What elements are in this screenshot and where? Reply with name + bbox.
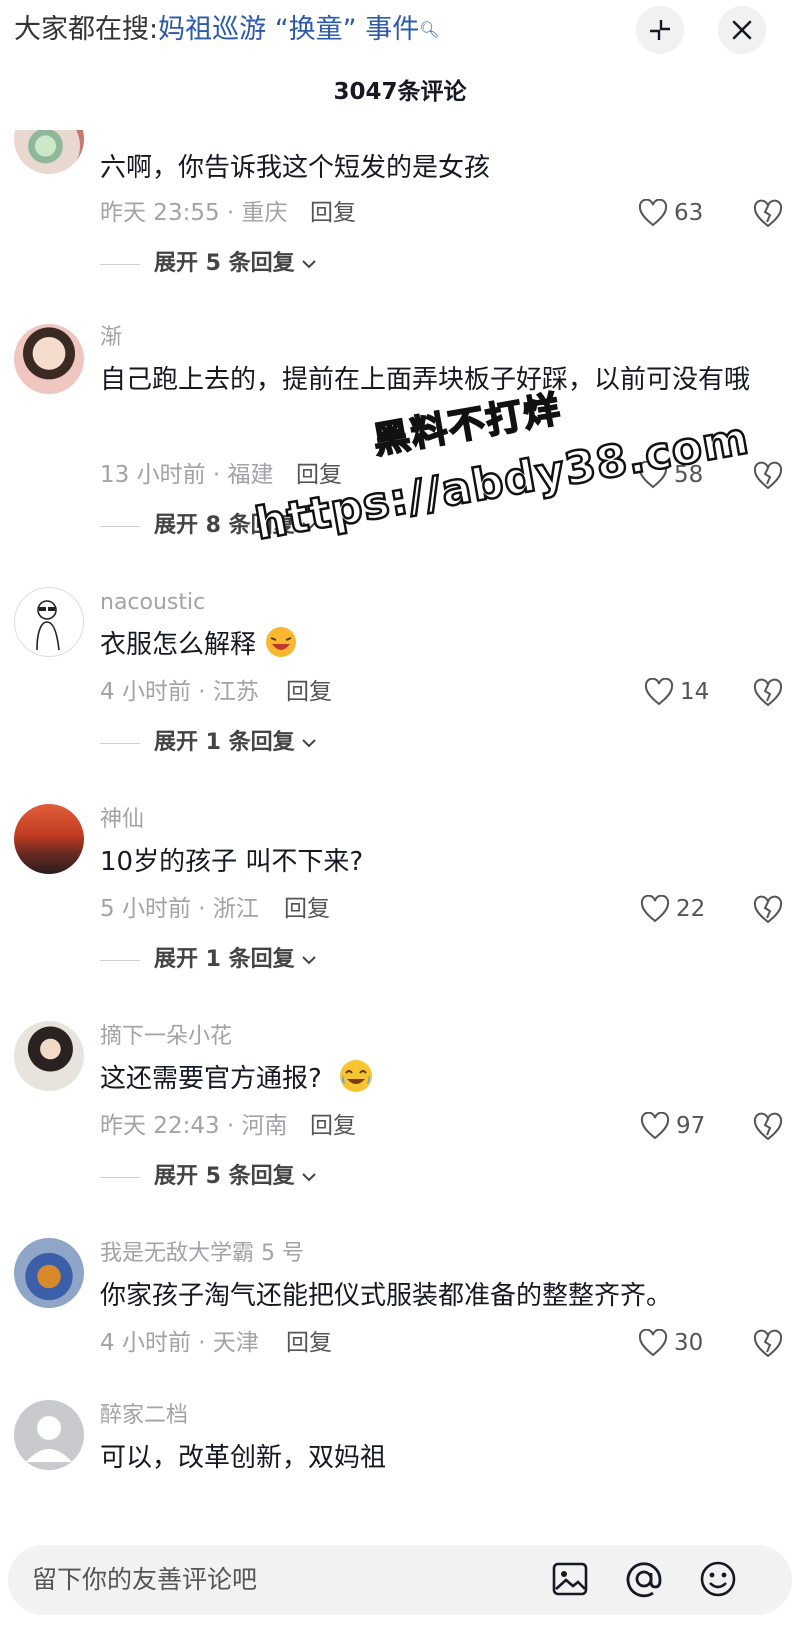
reply-button[interactable]: 回复 xyxy=(310,1109,356,1143)
like-button[interactable]: 30 xyxy=(638,1326,703,1360)
heart-icon xyxy=(640,895,670,923)
comment-input[interactable]: 留下你的友善评论吧 xyxy=(8,1545,792,1615)
heart-icon xyxy=(644,678,674,706)
collapse-icon xyxy=(650,20,670,40)
chevron-down-icon xyxy=(301,956,316,965)
like-button[interactable]: 14 xyxy=(644,675,709,709)
heart-icon xyxy=(640,1112,670,1140)
emoji-icon[interactable] xyxy=(696,1557,740,1601)
divider xyxy=(100,263,140,265)
like-count: 97 xyxy=(676,1113,706,1139)
comments-header: 大家都在搜:妈祖巡游 “换童” 事件🔍︎ 3047条评论 xyxy=(0,0,800,130)
chevron-down-icon xyxy=(301,739,316,748)
divider xyxy=(100,525,140,527)
trending-search[interactable]: 大家都在搜:妈祖巡游 “换童” 事件🔍︎ xyxy=(14,10,440,50)
avatar[interactable] xyxy=(14,324,84,394)
expand-replies[interactable]: 展开 5 条回复 xyxy=(100,1160,317,1194)
expand-label: 展开 5 条回复 xyxy=(154,1164,295,1189)
reply-button[interactable]: 回复 xyxy=(286,1326,332,1360)
comment-text: 衣服怎么解释 xyxy=(100,630,257,660)
like-count: 14 xyxy=(680,679,710,705)
reply-button[interactable]: 回复 xyxy=(286,675,332,709)
comment-text: 六啊，你告诉我这个短发的是女孩 xyxy=(100,153,491,183)
comment-text: 可以，改革创新，双妈祖 xyxy=(100,1443,387,1473)
close-icon xyxy=(732,20,752,40)
dislike-icon[interactable] xyxy=(752,676,784,708)
at-icon[interactable] xyxy=(622,1557,666,1601)
comment-meta: 5 小时前 · 浙江 xyxy=(100,896,259,922)
avatar[interactable] xyxy=(14,1400,84,1470)
avatar[interactable] xyxy=(14,587,84,657)
heart-icon xyxy=(638,1329,668,1357)
comment-list[interactable]: 六啊，你告诉我这个短发的是女孩 昨天 23:55 · 重庆 回复 63 展开 5… xyxy=(0,130,800,1535)
expand-label: 展开 1 条回复 xyxy=(154,947,295,972)
comment-username[interactable]: nacoustic xyxy=(100,587,205,619)
comment-meta: 4 小时前 · 天津 xyxy=(100,1330,259,1356)
reply-button[interactable]: 回复 xyxy=(284,892,330,926)
like-count: 30 xyxy=(674,1330,704,1356)
comment-meta: 13 小时前 · 福建 xyxy=(100,462,274,488)
comment-count: 3047条评论 xyxy=(333,79,467,105)
comment-username[interactable]: 渐 xyxy=(100,322,122,354)
divider xyxy=(100,1176,140,1178)
like-count: 22 xyxy=(676,896,706,922)
like-count: 63 xyxy=(674,200,704,226)
laughing-emoji-icon xyxy=(266,627,297,657)
dislike-icon[interactable] xyxy=(752,197,784,229)
avatar-drawing xyxy=(36,600,60,651)
trending-label: 大家都在搜: xyxy=(14,14,159,45)
close-button[interactable] xyxy=(718,6,766,54)
comment-text: 这还需要官方通报? xyxy=(100,1064,322,1094)
comment-meta: 昨天 22:43 · 河南 xyxy=(100,1113,288,1139)
comment-text-row: 衣服怎么解释 xyxy=(100,621,780,669)
avatar[interactable] xyxy=(14,130,84,174)
comment-meta: 4 小时前 · 江苏 xyxy=(100,679,259,705)
chevron-down-icon xyxy=(301,1173,316,1182)
comment-username[interactable]: 醉家二档 xyxy=(100,1400,188,1432)
avatar[interactable] xyxy=(14,1021,84,1091)
comment-meta: 昨天 23:55 · 重庆 xyxy=(100,200,288,226)
comment-username[interactable]: 我是无敌大学霸 5 号 xyxy=(100,1238,304,1270)
comment-username[interactable]: 神仙 xyxy=(100,804,144,836)
reply-button[interactable]: 回复 xyxy=(310,196,356,230)
trending-keyword[interactable]: 妈祖巡游 “换童” 事件 xyxy=(158,14,419,45)
like-button[interactable]: 22 xyxy=(640,892,705,926)
image-icon[interactable] xyxy=(548,1557,592,1601)
dislike-icon[interactable] xyxy=(752,459,784,491)
expand-replies[interactable]: 展开 1 条回复 xyxy=(100,726,317,760)
like-button[interactable]: 63 xyxy=(638,196,703,230)
expand-label: 展开 5 条回复 xyxy=(154,251,295,276)
avatar[interactable] xyxy=(14,1238,84,1308)
crying-laughing-emoji-icon xyxy=(340,1060,373,1092)
avatar[interactable] xyxy=(14,804,84,874)
comment-text: 你家孩子淘气还能把仪式服装都准备的整整齐齐。 xyxy=(100,1281,673,1311)
divider xyxy=(100,742,140,744)
comment-text: 10岁的孩子 叫不下来? xyxy=(100,847,364,877)
dislike-icon[interactable] xyxy=(752,1110,784,1142)
chevron-down-icon xyxy=(301,260,316,269)
comment-input-bar: 留下你的友善评论吧 xyxy=(0,1535,800,1632)
dislike-icon[interactable] xyxy=(752,893,784,925)
collapse-button[interactable] xyxy=(636,6,684,54)
heart-icon xyxy=(638,199,668,227)
comment-username[interactable]: 摘下一朵小花 xyxy=(100,1021,232,1053)
expand-label: 展开 1 条回复 xyxy=(154,730,295,755)
comment-text-row: 这还需要官方通报? xyxy=(100,1055,780,1103)
expand-replies[interactable]: 展开 5 条回复 xyxy=(100,247,317,281)
like-button[interactable]: 97 xyxy=(640,1109,705,1143)
comment-text: 自己跑上去的，提前在上面弄块板子好踩，以前可没有哦 xyxy=(100,365,751,395)
expand-replies[interactable]: 展开 1 条回复 xyxy=(100,943,317,977)
comment-input-placeholder: 留下你的友善评论吧 xyxy=(32,1565,258,1594)
default-avatar-icon xyxy=(26,1416,72,1462)
divider xyxy=(100,959,140,961)
dislike-icon[interactable] xyxy=(752,1327,784,1359)
search-icon: 🔍︎ xyxy=(419,20,440,39)
